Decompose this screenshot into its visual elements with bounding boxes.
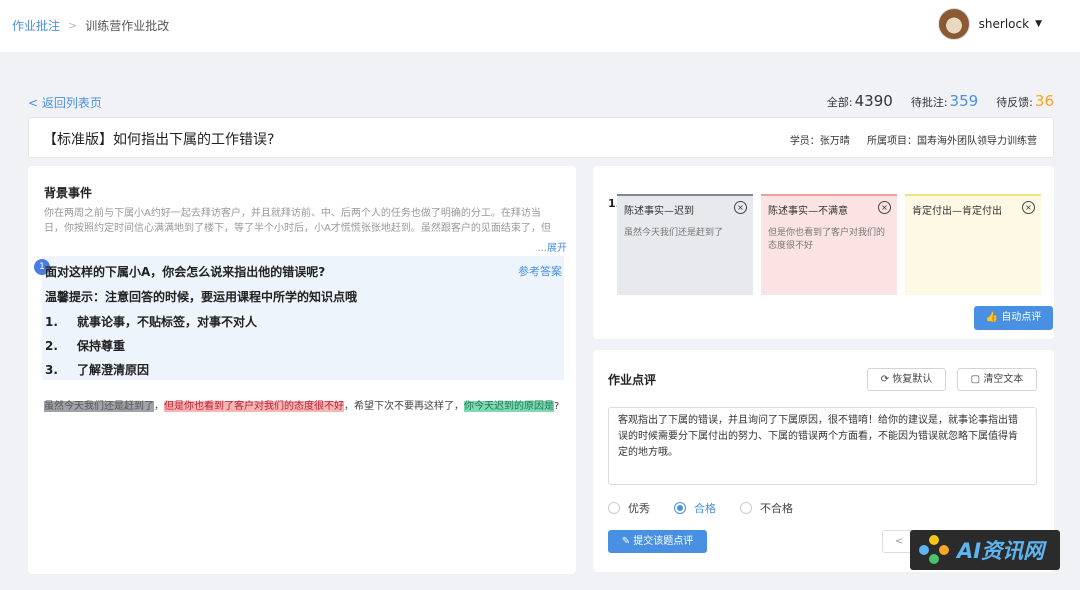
thumb-icon: 👍 [986,312,998,323]
restore-default-button[interactable]: ⟳ 恢复默认 [867,368,946,391]
submit-review-label: 提交该题点评 [633,536,693,547]
radio-circle[interactable] [608,502,620,514]
edit-icon: ✎ [622,536,630,547]
project-name: 所属项目：国寿海外团队领导力训练营 [867,136,1037,147]
annotation-card-body: 但是你也看到了客户对我们的态度很不好 [768,227,892,253]
tip-point: 2.保持尊重 [45,337,125,354]
question-text: 面对这样的下属小A，你会怎么说来指出他的错误呢? [45,263,325,280]
stats-summary: 全部: 4390 待批注: 359 待反馈: 36 [809,92,1054,110]
grade-label: 合格 [694,500,716,516]
answer-plain-text: ， [154,401,164,412]
tip-point-number: 2. [45,339,77,353]
caret-down-icon[interactable]: ▼ [1035,19,1042,29]
close-circle-icon[interactable]: × [734,201,747,214]
refresh-icon: ⟳ [881,374,889,385]
tip-point: 3.了解澄清原因 [45,361,149,378]
auto-review-label: 自动点评 [1001,312,1041,323]
assignment-title-bar: 【标准版】如何指出下属的工作错误? 学员：张万晴 所属项目：国寿海外团队领导力训… [28,117,1054,158]
radio-circle[interactable] [674,502,686,514]
breadcrumb-separator-icon: > [68,19,77,32]
annotation-card[interactable]: 陈述事实—不满意 × 但是你也看到了客户对我们的态度很不好 [761,194,897,295]
annotation-card[interactable]: 肯定付出—肯定付出 × [905,194,1041,295]
annotation-card-body: 虽然今天我们还是赶到了 [624,227,748,240]
stat-feedback-value: 36 [1035,92,1054,110]
assignment-title: 【标准版】如何指出下属的工作错误? [43,129,274,149]
back-to-list-link[interactable]: < 返回列表页 [28,94,102,111]
user-menu[interactable]: sherlock ▼ [938,8,1042,40]
tip-point-number: 1. [45,315,77,329]
assignment-meta: 学员：张万晴 所属项目：国寿海外团队领导力训练营 [776,132,1037,147]
reference-answer-link[interactable]: 参考答案 [518,263,562,279]
tip-point-text: 就事论事，不贴标签，对事不对人 [77,315,257,329]
grade-label: 优秀 [628,500,650,516]
tip-point-text: 保持尊重 [77,339,125,353]
user-name[interactable]: sherlock [979,17,1029,31]
answer-plain-text: ，希望下次不要再这样了， [344,401,464,412]
close-circle-icon[interactable]: × [878,201,891,214]
student-name: 学员：张万晴 [790,136,850,147]
review-textarea[interactable]: 客观指出了下属的错误，并且询问了下属原因，很不错唷！给你的建议是，就事论事指出错… [608,407,1037,485]
tip-point-number: 3. [45,363,77,377]
stat-all-label: 全部: [827,94,853,110]
close-circle-icon[interactable]: × [1022,201,1035,214]
radio-circle[interactable] [740,502,752,514]
watermark: AI资讯网 [910,530,1060,570]
background-text: 你在两周之前与下属小A约好一起去拜访客户，并且就拜访前、中、后两个人的任务也做了… [44,206,560,236]
grade-radio-excellent[interactable]: 优秀 [608,500,650,516]
restore-default-label: 恢复默认 [892,374,932,385]
grade-label: 不合格 [760,500,793,516]
expand-link[interactable]: ...展开 [537,239,567,254]
grade-radio-fail[interactable]: 不合格 [740,500,793,516]
annotation-card-title: 肯定付出—肯定付出 [912,202,1002,217]
answer-highlight-fact-unsatisfied[interactable]: 但是你也看到了客户对我们的态度很不好 [164,401,344,412]
grade-radio-group: 优秀 合格 不合格 [608,500,817,516]
grade-radio-pass[interactable]: 合格 [674,500,716,516]
auto-review-button[interactable]: 👍 自动点评 [974,306,1053,330]
clear-icon: ▢ [971,374,980,385]
breadcrumb-current: 训练营作业批改 [85,17,169,34]
top-bar: 作业批注 > 训练营作业批改 sherlock ▼ [0,0,1080,52]
annotation-card-title: 陈述事实—迟到 [624,202,694,217]
stat-feedback-label: 待反馈: [996,94,1033,110]
tip-point-text: 了解澄清原因 [77,363,149,377]
answer-highlight-fact-late[interactable]: 虽然今天我们还是赶到了 [44,401,154,412]
question-panel: 背景事件 你在两周之前与下属小A约好一起去拜访客户，并且就拜访前、中、后两个人的… [28,166,576,574]
clear-text-label: 清空文本 [983,374,1023,385]
tip-point: 1.就事论事，不贴标签，对事不对人 [45,313,257,330]
annotation-panel: 1. 陈述事实—迟到 × 虽然今天我们还是赶到了 陈述事实—不满意 × 但是你也… [593,166,1054,339]
stat-pending-label: 待批注: [911,94,948,110]
annotation-card[interactable]: 陈述事实—迟到 × 虽然今天我们还是赶到了 [617,194,753,295]
breadcrumb: 作业批注 > 训练营作业批改 [12,17,169,34]
question-tip: 温馨提示：注意回答的时候，要运用课程中所学的知识点哦 [45,288,357,305]
submit-review-button[interactable]: ✎ 提交该题点评 [608,530,707,553]
annotation-card-title: 陈述事实—不满意 [768,202,848,217]
answer-plain-text: ? [554,401,559,412]
student-answer: 虽然今天我们还是赶到了，但是你也看到了客户对我们的态度很不好，希望下次不要再这样… [44,397,559,412]
answer-highlight-affirm[interactable]: 你今天迟到的原因是 [464,401,554,412]
breadcrumb-parent-link[interactable]: 作业批注 [12,17,60,34]
clear-text-button[interactable]: ▢ 清空文本 [957,368,1037,391]
question-box: 1 面对这样的下属小A，你会怎么说来指出他的错误呢? 参考答案 温馨提示：注意回… [42,256,564,380]
review-title: 作业点评 [608,371,656,388]
stat-all-value: 4390 [855,92,893,110]
background-title: 背景事件 [44,184,92,201]
avatar[interactable] [938,8,970,40]
watermark-text: AI资讯网 [957,535,1044,565]
stat-pending-value: 359 [950,92,979,110]
watermark-logo [916,535,952,565]
